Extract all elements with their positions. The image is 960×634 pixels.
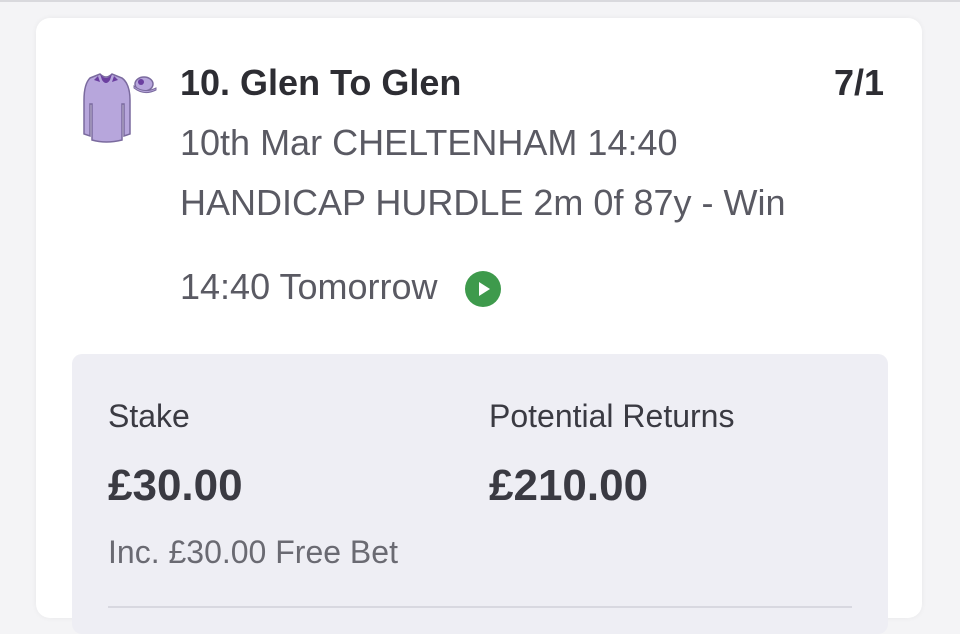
selection-name: 10. Glen To Glen — [180, 62, 462, 103]
stake-panel: Stake £30.00 Inc. £30.00 Free Bet Potent… — [72, 354, 888, 634]
odds-price[interactable]: 7/1 — [834, 58, 884, 108]
panel-divider — [108, 606, 852, 608]
free-bet-note: Inc. £30.00 Free Bet — [108, 534, 398, 570]
play-circle-icon[interactable] — [465, 271, 502, 307]
market-details: HANDICAP HURDLE 2m 0f 87y - Win — [180, 182, 786, 223]
start-time: 14:40 Tomorrow — [180, 266, 438, 307]
start-time-row: 14:40 Tomorrow — [180, 262, 502, 312]
event-details: 10th Mar CHELTENHAM 14:40 — [180, 122, 678, 163]
top-divider — [0, 0, 960, 2]
bet-card: 10. Glen To Glen 7/1 10th Mar CHELTENHAM… — [36, 18, 922, 634]
stake-value: £30.00 — [108, 461, 243, 510]
potential-returns-value: £210.00 — [489, 461, 649, 510]
potential-returns-label: Potential Returns — [489, 398, 735, 434]
jockey-silks-icon — [83, 73, 157, 143]
stake-label: Stake — [108, 398, 190, 434]
